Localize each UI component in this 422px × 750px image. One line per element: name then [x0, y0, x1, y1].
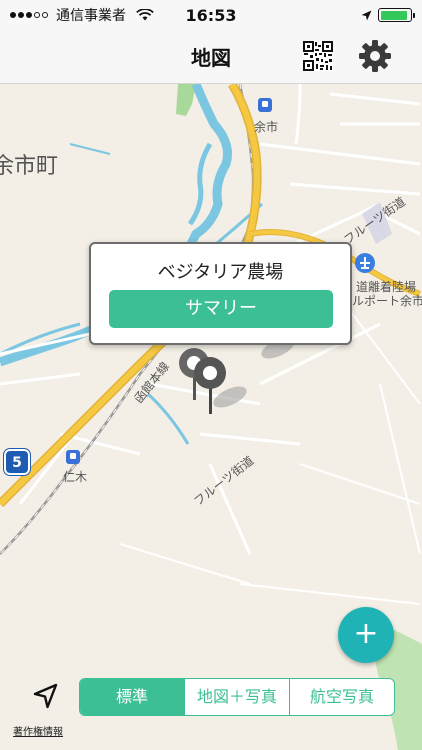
status-right: [361, 8, 415, 22]
map-label-station-niki: 仁木: [63, 470, 88, 484]
farm-name: ベジタリア農場: [157, 262, 284, 283]
map-label-station-yoichi: 余市: [254, 120, 279, 134]
annotation-callout: ベジタリア農場 サマリー: [89, 242, 352, 345]
map-type-hybrid[interactable]: 地図＋写真: [185, 679, 290, 715]
status-left: 通信事業者: [10, 5, 154, 25]
location-arrow-icon[interactable]: [29, 679, 63, 713]
battery-fill: [380, 10, 407, 20]
wifi-icon: [136, 9, 154, 21]
map-type-standard[interactable]: 標準: [80, 679, 185, 715]
qr-code-icon[interactable]: [303, 41, 333, 71]
credits-link[interactable]: 著作権情報: [13, 723, 63, 738]
map-type-selector: 標準 地図＋写真 航空写真: [79, 678, 395, 716]
route-sign: 5: [4, 449, 30, 475]
status-bar: 通信事業者 16:53: [0, 0, 422, 30]
carrier-name: 通信事業者: [56, 8, 126, 24]
navigation-bar: 地図: [0, 30, 422, 84]
add-button[interactable]: +: [338, 607, 394, 663]
summary-button[interactable]: サマリー: [109, 290, 333, 328]
signal-strength-icon: [10, 12, 48, 18]
map-type-satellite[interactable]: 航空写真: [290, 679, 394, 715]
map-label-airport-2: ルポート余市: [352, 294, 422, 308]
gear-icon[interactable]: [358, 39, 392, 73]
map-label-town: 余市町: [0, 154, 59, 179]
battery-icon: [378, 8, 415, 22]
location-services-icon: [361, 10, 372, 20]
